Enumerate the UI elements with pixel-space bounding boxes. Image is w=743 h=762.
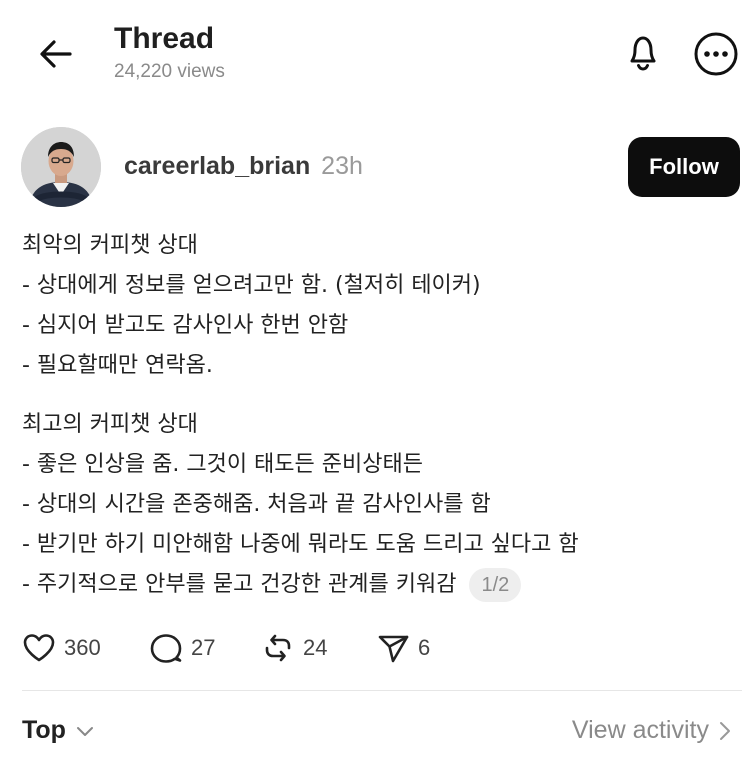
page-indicator[interactable]: 1/2 (469, 568, 522, 602)
bell-icon (630, 36, 656, 71)
back-button[interactable] (34, 34, 78, 74)
sort-dropdown[interactable]: Top (22, 716, 96, 745)
post-line: - 받기만 하기 미안해함 나중에 뭐라도 도움 드리고 싶다고 함 (22, 532, 579, 557)
profile-photo (21, 127, 101, 207)
send-icon (378, 635, 409, 663)
author-username[interactable]: careerlab_brian (124, 152, 310, 180)
view-activity-link[interactable]: View activity (572, 716, 735, 745)
follow-button[interactable]: Follow (628, 137, 740, 197)
repost-button[interactable]: 24 (261, 632, 376, 664)
heart-icon (23, 634, 55, 662)
arrow-left-icon (40, 40, 72, 68)
post-time: 23h (321, 152, 363, 180)
post-line: - 좋은 인상을 줌. 그것이 태도든 준비상태든 (22, 452, 423, 477)
repost-icon (265, 634, 291, 662)
author-line: careerlab_brian 23h (124, 150, 363, 182)
sort-label: Top (22, 716, 66, 744)
post-paragraph-worst: 최악의 커피챗 상대 - 상대에게 정보를 얻으려고만 함. (철저히 테이커)… (22, 226, 722, 386)
post-line: - 상대의 시간을 존중해줌. 처음과 끝 감사인사를 함 (22, 492, 491, 517)
share-button[interactable]: 6 (376, 632, 430, 664)
chevron-right-icon (720, 721, 730, 740)
post-line: 최고의 커피챗 상대 (22, 412, 198, 437)
more-options-button[interactable] (692, 30, 740, 78)
comment-icon (150, 634, 182, 663)
post-line-text: - 주기적으로 안부를 묻고 건강한 관계를 키워감 (22, 572, 457, 597)
thread-header: Thread 24,220 views (0, 0, 743, 110)
post-last-line: - 주기적으로 안부를 묻고 건강한 관계를 키워감 1/2 (22, 565, 722, 605)
reply-count: 27 (191, 635, 216, 660)
post-actions: 360 27 24 6 (22, 628, 430, 668)
post-paragraph-best: 최고의 커피챗 상대 - 좋은 인상을 줌. 그것이 태도든 준비상태든 - 상… (22, 405, 722, 605)
divider (22, 690, 742, 691)
reply-button[interactable]: 27 (149, 632, 261, 664)
thread-page: Thread 24,220 views careerlab_brian 23h … (0, 0, 743, 762)
more-icon (694, 32, 738, 76)
post-body: 최악의 커피챗 상대 - 상대에게 정보를 얻으려고만 함. (철저히 테이커)… (22, 226, 722, 605)
view-activity-label: View activity (571, 716, 709, 744)
post-line: 최악의 커피챗 상대 (22, 233, 198, 258)
like-count: 360 (64, 635, 101, 660)
view-count: 24,220 views (114, 61, 225, 82)
notifications-button[interactable] (618, 28, 668, 78)
post-line: - 필요할때만 연락옴. (22, 353, 213, 378)
post-line: - 상대에게 정보를 얻으려고만 함. (철저히 테이커) (22, 273, 481, 298)
title-block: Thread 24,220 views (114, 20, 225, 84)
like-button[interactable]: 360 (22, 632, 149, 664)
page-title: Thread (114, 22, 215, 55)
share-count: 6 (418, 635, 431, 660)
repost-count: 24 (303, 635, 328, 660)
chevron-down-icon (76, 726, 93, 736)
post-line: - 심지어 받고도 감사인사 한번 안함 (22, 313, 349, 338)
avatar[interactable] (21, 127, 101, 207)
